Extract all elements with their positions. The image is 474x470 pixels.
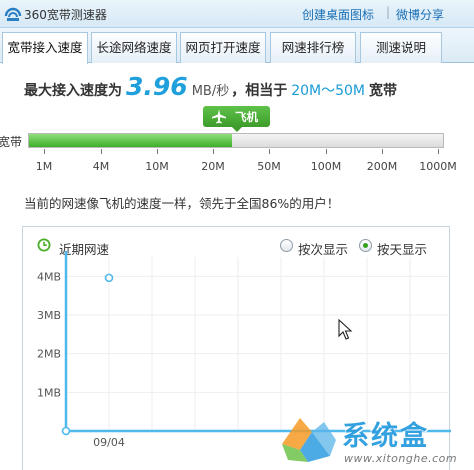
app-title: 360宽带测速器: [24, 8, 107, 22]
scale-tick-label: 4M: [92, 160, 110, 173]
scale-tick: [269, 149, 270, 154]
x-tick-label: 09/04: [93, 436, 125, 449]
speed-bar-label: 宽带: [0, 135, 23, 149]
summary-middle: ，相当于: [231, 83, 288, 99]
scale-tick: [157, 149, 158, 154]
scale-tick-label: 1000M: [419, 160, 457, 173]
airplane-icon: [212, 109, 226, 124]
scale-tick-label: 100M: [310, 160, 342, 173]
tab-page-load-speed[interactable]: 网页打开速度: [180, 32, 266, 63]
scale-tick-label: 200M: [366, 160, 398, 173]
bandwidth-range: 20M～50M: [291, 83, 365, 99]
marker-pointer: [232, 127, 242, 132]
scale-tick: [326, 149, 327, 154]
scale-tick-label: 20M: [201, 160, 225, 173]
watermark-logo-icon: [282, 418, 336, 462]
chart-data-point: [104, 273, 114, 283]
speed-level-marker: 飞机: [203, 106, 270, 132]
max-speed-value: 3.96: [126, 72, 188, 101]
speed-summary: 最大接入速度为 3.96 MB/秒 ，相当于 20M～50M 宽带: [24, 72, 397, 101]
tab-long-distance-speed[interactable]: 长途网络速度: [91, 32, 177, 63]
y-tick-label: 3MB: [37, 309, 61, 322]
weibo-share-link[interactable]: 微博分享: [396, 6, 444, 23]
scale-tick-label: 1M: [35, 160, 53, 173]
scale-tick: [213, 149, 214, 154]
summary-prefix: 最大接入速度为: [24, 83, 122, 99]
app-logo-icon: [4, 7, 22, 21]
title-bar: 360宽带测速器 创建桌面图标 | 微博分享: [0, 0, 474, 28]
tab-test-instructions[interactable]: 测速说明: [360, 32, 442, 63]
speed-status-text: 当前的网速像飞机的速度一样，领先于全国86%的用户！: [24, 196, 340, 211]
y-tick-label: 2MB: [37, 348, 61, 361]
scale-tick: [44, 149, 45, 154]
watermark-name: 系统盒: [342, 421, 429, 452]
y-tick-label: 1MB: [37, 386, 61, 399]
tab-speed-ranking[interactable]: 网速排行榜: [270, 32, 356, 63]
y-tick-label: 4MB: [37, 270, 61, 283]
scale-tick: [101, 149, 102, 154]
tab-access-speed[interactable]: 宽带接入速度: [2, 32, 88, 64]
scale-tick-label: 50M: [257, 160, 281, 173]
scale-tick: [382, 149, 383, 154]
speed-bar-fill: [29, 134, 232, 147]
watermark-url: www.xitonghe.com: [344, 452, 458, 465]
create-desktop-icon-link[interactable]: 创建桌面图标: [302, 6, 374, 23]
summary-suffix: 宽带: [369, 83, 397, 99]
tab-bar: 宽带接入速度 长途网络速度 网页打开速度 网速排行榜 测速说明: [0, 28, 474, 64]
speed-bar-track: [28, 133, 444, 148]
mouse-cursor-icon: [338, 319, 353, 340]
chart-origin-marker: [61, 426, 71, 436]
speed-unit: MB/秒: [191, 84, 230, 99]
marker-label: 飞机: [235, 110, 258, 124]
link-separator: |: [386, 5, 391, 19]
scale-tick: [438, 149, 439, 154]
site-watermark: 系统盒 www.xitonghe.com: [278, 410, 474, 470]
scale-tick-label: 10M: [145, 160, 169, 173]
